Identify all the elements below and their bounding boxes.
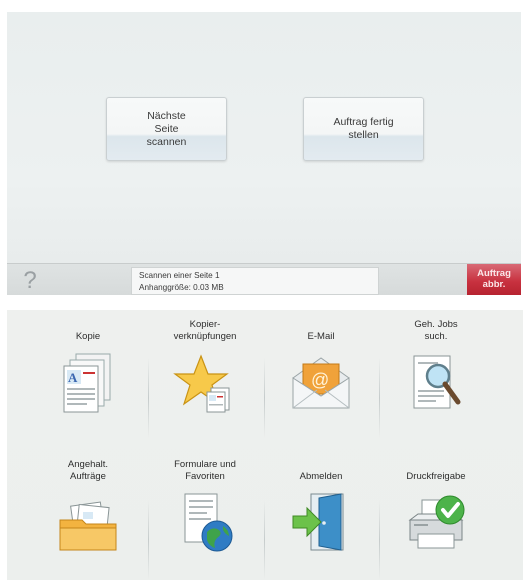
tile-logout[interactable]: Abmelden — [266, 450, 376, 575]
tile-print-release-label: Druckfreigabe — [406, 470, 466, 482]
held-jobs-icon — [59, 501, 117, 551]
logout-icon — [292, 493, 344, 551]
svg-text:A: A — [68, 370, 78, 385]
tile-email-label: E-Mail — [307, 330, 335, 342]
tile-forms-favorites[interactable]: Formulare und Favoriten — [150, 450, 260, 575]
status-message: Scannen einer Seite 1 Anhanggröße: 0.03 … — [131, 267, 379, 295]
divider — [379, 500, 380, 580]
search-held-jobs-icon — [413, 355, 461, 409]
print-release-icon — [408, 495, 465, 549]
scan-next-page-button[interactable]: Nächste Seite scannen — [106, 97, 227, 161]
divider — [148, 500, 149, 580]
tile-print-release[interactable]: Druckfreigabe — [381, 450, 491, 575]
help-icon[interactable]: ? — [17, 268, 43, 294]
tile-copy[interactable]: Kopie A — [33, 310, 143, 435]
tile-forms-favorites-label: Formulare und Favoriten — [174, 459, 236, 482]
tile-search-held-jobs-label: Geh. Jobs such. — [414, 319, 458, 342]
email-icon: @ — [292, 357, 350, 409]
divider — [379, 358, 380, 438]
divider — [264, 358, 265, 438]
photo-gap — [0, 295, 525, 310]
home-menu-screen: Kopie A Kopier- verknüpfungen E-Mail @ G… — [7, 310, 523, 580]
scan-status-text: Scannen einer Seite 1 — [139, 271, 220, 280]
cancel-job-button[interactable]: Auftrag abbr. — [467, 264, 521, 295]
forms-favorites-icon — [184, 493, 233, 552]
tile-copy-shortcuts-label: Kopier- verknüpfungen — [173, 319, 237, 342]
tile-held-jobs-label: Angehalt. Aufträge — [67, 459, 109, 482]
svg-text:@: @ — [311, 370, 329, 390]
divider — [264, 500, 265, 580]
attachment-size-text: Anhanggröße: 0.03 MB — [139, 283, 224, 292]
scan-dialog-screen: Nächste Seite scannen Auftrag fertig ste… — [7, 12, 521, 295]
finish-job-button[interactable]: Auftrag fertig stellen — [303, 97, 424, 161]
status-bar: ? Scannen einer Seite 1 Anhanggröße: 0.0… — [7, 263, 521, 295]
tile-logout-label: Abmelden — [299, 470, 343, 482]
divider — [148, 358, 149, 438]
tile-copy-label: Kopie — [75, 330, 101, 342]
copy-icon: A — [63, 353, 111, 413]
cancel-job-label: Auftrag abbr. — [477, 268, 511, 290]
tile-email[interactable]: E-Mail @ — [266, 310, 376, 435]
tile-held-jobs[interactable]: Angehalt. Aufträge — [33, 450, 143, 575]
tile-search-held-jobs[interactable]: Geh. Jobs such. — [381, 310, 491, 435]
copy-shortcuts-icon — [173, 354, 230, 413]
tile-copy-shortcuts[interactable]: Kopier- verknüpfungen — [150, 310, 260, 435]
